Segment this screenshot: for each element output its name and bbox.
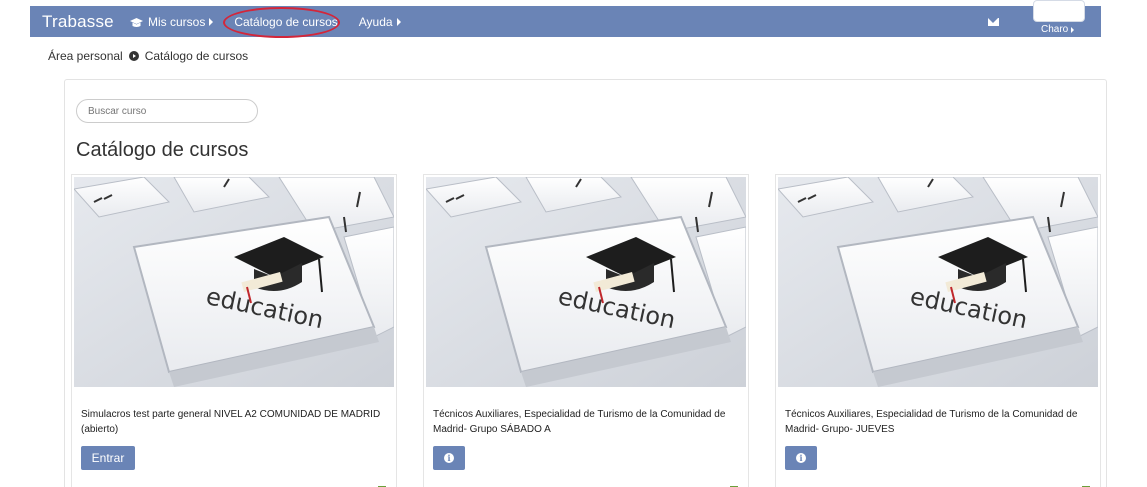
- navbar-right: Charo: [988, 0, 1101, 37]
- course-card: education Técnicos Auxiliares, Especiali…: [775, 174, 1101, 487]
- breadcrumb-item-catalogo[interactable]: Catálogo de cursos: [145, 49, 248, 63]
- basket-icon: [730, 480, 738, 487]
- top-navbar: Trabasse Mis cursos Catálogo de cursos A…: [30, 0, 1101, 38]
- nav-mis-cursos-label: Mis cursos: [148, 14, 206, 29]
- avatar: [1033, 0, 1085, 22]
- caret-right-icon: [1071, 26, 1075, 33]
- envelope-icon[interactable]: [988, 17, 999, 26]
- catalog-panel: Catálogo de cursos education: [64, 79, 1107, 487]
- basket-icon: [378, 480, 386, 487]
- caret-right-icon: [396, 17, 401, 26]
- course-title[interactable]: Técnicos Auxiliares, Especialidad de Tur…: [433, 407, 743, 437]
- breadcrumb: Área personal Catálogo de cursos: [48, 49, 248, 63]
- enter-course-button[interactable]: Entrar: [81, 446, 135, 470]
- basket-icon: [1082, 480, 1090, 487]
- nav-ayuda[interactable]: Ayuda: [359, 15, 401, 29]
- user-menu[interactable]: Charo: [1031, 0, 1087, 37]
- info-icon: i: [796, 453, 806, 463]
- page-title: Catálogo de cursos: [76, 139, 249, 161]
- education-keyboard-image[interactable]: education: [778, 177, 1098, 387]
- course-info-button[interactable]: i: [433, 446, 465, 470]
- search-course-input[interactable]: [76, 99, 258, 123]
- caret-right-icon: [209, 17, 214, 26]
- breadcrumb-item-area-personal[interactable]: Área personal: [48, 49, 123, 63]
- graduation-cap-icon: [130, 17, 143, 27]
- info-icon: i: [444, 453, 454, 463]
- course-info-button[interactable]: i: [785, 446, 817, 470]
- course-card: education Técnicos Auxiliares, Especiali…: [423, 174, 749, 487]
- education-keyboard-image[interactable]: education: [426, 177, 746, 387]
- chevron-circle-right-icon: [128, 51, 139, 61]
- course-title[interactable]: Simulacros test parte general NIVEL A2 C…: [81, 407, 391, 437]
- nav-ayuda-label: Ayuda: [358, 14, 393, 29]
- education-keyboard-image[interactable]: education: [74, 177, 394, 387]
- nav-mis-cursos[interactable]: Mis cursos: [130, 14, 214, 29]
- course-card: education Simulacros test parte general …: [71, 174, 397, 487]
- nav-catalogo-cursos[interactable]: Catálogo de cursos: [223, 6, 341, 38]
- site-brand[interactable]: Trabasse: [30, 12, 130, 32]
- course-title[interactable]: Técnicos Auxiliares, Especialidad de Tur…: [785, 407, 1095, 437]
- user-name-text: Charo: [1041, 24, 1069, 35]
- user-name-label: Charo: [1041, 24, 1075, 35]
- nav-catalogo-cursos-label: Catálogo de cursos: [234, 14, 338, 29]
